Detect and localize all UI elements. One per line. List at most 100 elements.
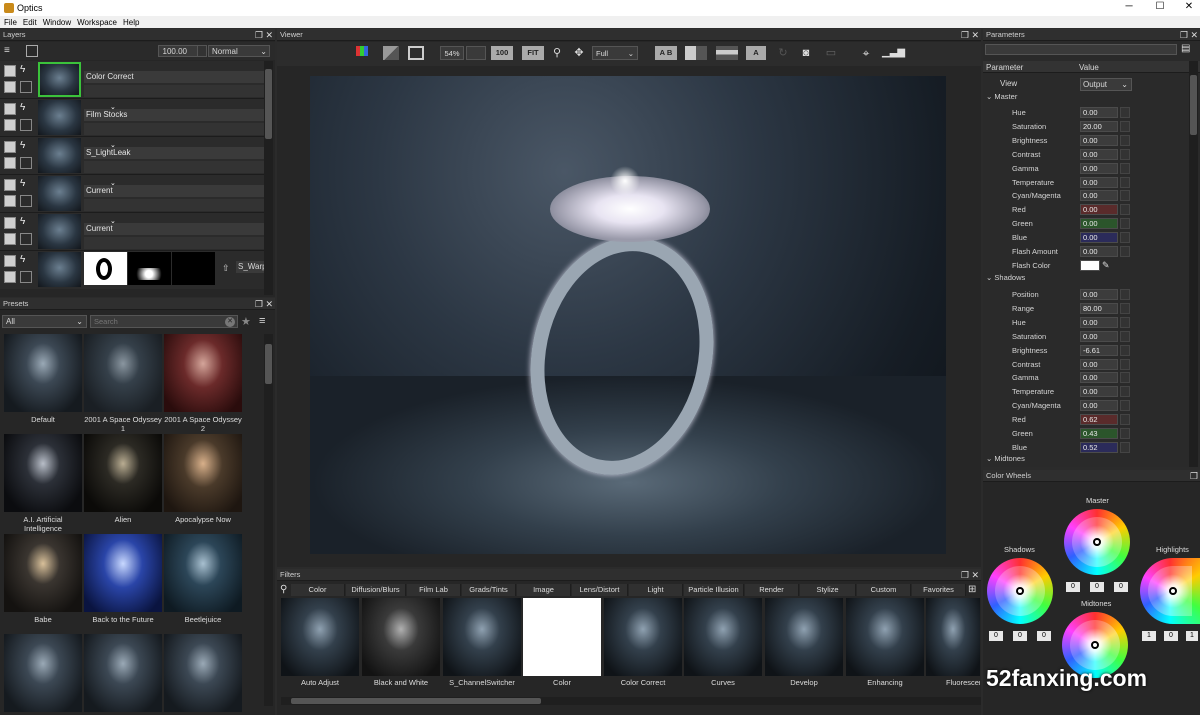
preset-item[interactable]: [164, 634, 242, 715]
param-value-input[interactable]: 0.00: [1080, 358, 1118, 370]
preset-thumbnail[interactable]: [164, 434, 242, 512]
lightning-icon[interactable]: ϟ: [20, 216, 25, 227]
preset-item[interactable]: Babe: [4, 534, 82, 630]
tab-light[interactable]: Light: [629, 584, 683, 596]
shadows-wheel-value[interactable]: 0: [1013, 631, 1027, 641]
param-value-input[interactable]: 0.00: [1080, 372, 1118, 384]
preset-search[interactable]: ✕: [90, 315, 238, 328]
layer-thumbnail[interactable]: ⌄: [38, 62, 118, 97]
param-stepper[interactable]: [1120, 246, 1130, 257]
highlights-color-wheel[interactable]: [1140, 558, 1200, 624]
layer-mask-icon[interactable]: [20, 157, 32, 169]
search-icon[interactable]: ⚲: [280, 584, 287, 595]
tab-render[interactable]: Render: [745, 584, 799, 596]
lightning-icon[interactable]: ϟ: [20, 140, 25, 151]
menu-workspace[interactable]: Workspace: [73, 16, 119, 27]
search-input[interactable]: [91, 316, 219, 327]
preset-item[interactable]: A.I. Artificial Intelligence: [4, 434, 82, 533]
layer-row[interactable]: ϟ ⌄ ⇧ S_Warp: [0, 251, 264, 289]
filter-thumbnail[interactable]: [765, 598, 843, 676]
layer-mask-icon[interactable]: [20, 195, 32, 207]
param-value-input[interactable]: 0.00: [1080, 218, 1118, 230]
tab-particle-illusion[interactable]: Particle Illusion: [684, 584, 744, 596]
param-stepper[interactable]: [1120, 302, 1130, 314]
filter-thumbnail[interactable]: [281, 598, 359, 676]
param-stepper[interactable]: [1120, 107, 1130, 118]
snapshot-camera-icon[interactable]: ◙: [797, 46, 815, 60]
filters-scrollbar[interactable]: [281, 697, 981, 705]
wheel-handle[interactable]: [1169, 587, 1177, 595]
tab-lens-distort[interactable]: Lens/Distort: [572, 584, 628, 596]
menu-icon[interactable]: ≡: [259, 315, 265, 327]
preset-item[interactable]: Beetlejuice: [164, 534, 242, 630]
wheel-handle[interactable]: [1091, 641, 1099, 649]
param-stepper[interactable]: [1120, 162, 1130, 174]
tab-image[interactable]: Image: [517, 584, 571, 596]
filter-thumbnail[interactable]: [523, 598, 601, 676]
param-value-input[interactable]: 0.00: [1080, 246, 1118, 257]
preset-thumbnail[interactable]: [4, 334, 82, 412]
param-value-input[interactable]: 0.00: [1080, 232, 1118, 244]
param-value-input[interactable]: 0.00: [1080, 190, 1118, 202]
eyedropper-icon[interactable]: ✎: [1102, 259, 1110, 272]
param-value-input[interactable]: 0.00: [1080, 386, 1118, 398]
preset-thumbnail[interactable]: [84, 434, 162, 512]
layer-monitor-icon[interactable]: [4, 195, 16, 207]
shadows-color-wheel[interactable]: [987, 558, 1053, 624]
monitor-icon[interactable]: ▭: [823, 46, 839, 60]
opacity-stepper[interactable]: [197, 45, 207, 57]
fit-button[interactable]: FIT: [522, 46, 544, 60]
filter-thumbnail[interactable]: [684, 598, 762, 676]
filter-thumbnail[interactable]: [443, 598, 521, 676]
param-stepper[interactable]: [1120, 148, 1130, 160]
filter-thumbnail[interactable]: [604, 598, 682, 676]
param-stepper[interactable]: [1120, 232, 1130, 244]
frame-icon[interactable]: [408, 46, 424, 60]
zoom-input[interactable]: 54%: [440, 46, 464, 60]
view-select[interactable]: Output ⌄: [1080, 78, 1132, 91]
preset-thumbnail[interactable]: [84, 634, 162, 712]
menu-help[interactable]: Help: [119, 16, 141, 27]
layer-visibility-icon[interactable]: [4, 179, 16, 191]
layer-name[interactable]: S_LightLeak: [84, 147, 264, 159]
param-stepper[interactable]: [1120, 344, 1130, 356]
resolution-select[interactable]: Full ⌄: [592, 46, 638, 60]
zoom-magnifier-icon[interactable]: ⚲: [550, 46, 564, 60]
preset-thumbnail[interactable]: [164, 334, 242, 412]
menu-edit[interactable]: Edit: [19, 16, 39, 27]
layer-visibility-icon[interactable]: [4, 217, 16, 229]
param-stepper[interactable]: [1120, 386, 1130, 398]
document-icon[interactable]: ▤: [1181, 43, 1190, 54]
add-layer-icon[interactable]: ≡: [4, 45, 16, 57]
param-value-input[interactable]: 0.00: [1080, 162, 1118, 174]
lightning-icon[interactable]: ϟ: [20, 102, 25, 113]
param-stepper[interactable]: [1120, 414, 1130, 426]
preset-thumbnail[interactable]: [4, 634, 82, 712]
param-value-input[interactable]: 0.00: [1080, 107, 1118, 118]
lightning-icon[interactable]: ϟ: [20, 64, 25, 75]
param-value-input[interactable]: 0.00: [1080, 316, 1118, 328]
master-section-toggle[interactable]: ⌄ Master: [986, 92, 1017, 101]
panel-float-close-icons[interactable]: ❐ ✕: [961, 569, 979, 581]
wheel-handle[interactable]: [1093, 538, 1101, 546]
param-value-input[interactable]: 0.00: [1080, 148, 1118, 160]
param-stepper[interactable]: [1120, 134, 1130, 146]
shadows-wheel-value[interactable]: 0: [1037, 631, 1051, 641]
preset-item[interactable]: [84, 634, 162, 715]
lock-icon[interactable]: ⇧: [222, 263, 230, 274]
param-value-input[interactable]: 0.62: [1080, 414, 1118, 426]
preset-item[interactable]: Default: [4, 334, 82, 430]
scrollbar-thumb[interactable]: [1190, 75, 1197, 135]
parameter-search-input[interactable]: [985, 44, 1177, 55]
layer-name[interactable]: S_Warp: [236, 261, 264, 273]
scrollbar-thumb[interactable]: [265, 344, 272, 384]
pan-move-icon[interactable]: ✥: [572, 46, 586, 60]
scrollbar-thumb[interactable]: [291, 698, 541, 704]
preset-item[interactable]: Alien: [84, 434, 162, 530]
tab-favorites[interactable]: Favorites: [912, 584, 966, 596]
layer-row[interactable]: ϟ ⌄ Current: [0, 175, 264, 213]
param-value-input[interactable]: 0.43: [1080, 428, 1118, 439]
layer-name[interactable]: Color Correct: [84, 71, 264, 83]
preset-item[interactable]: Apocalypse Now: [164, 434, 242, 530]
panel-float-close-icons[interactable]: ❐ ✕: [961, 29, 979, 41]
